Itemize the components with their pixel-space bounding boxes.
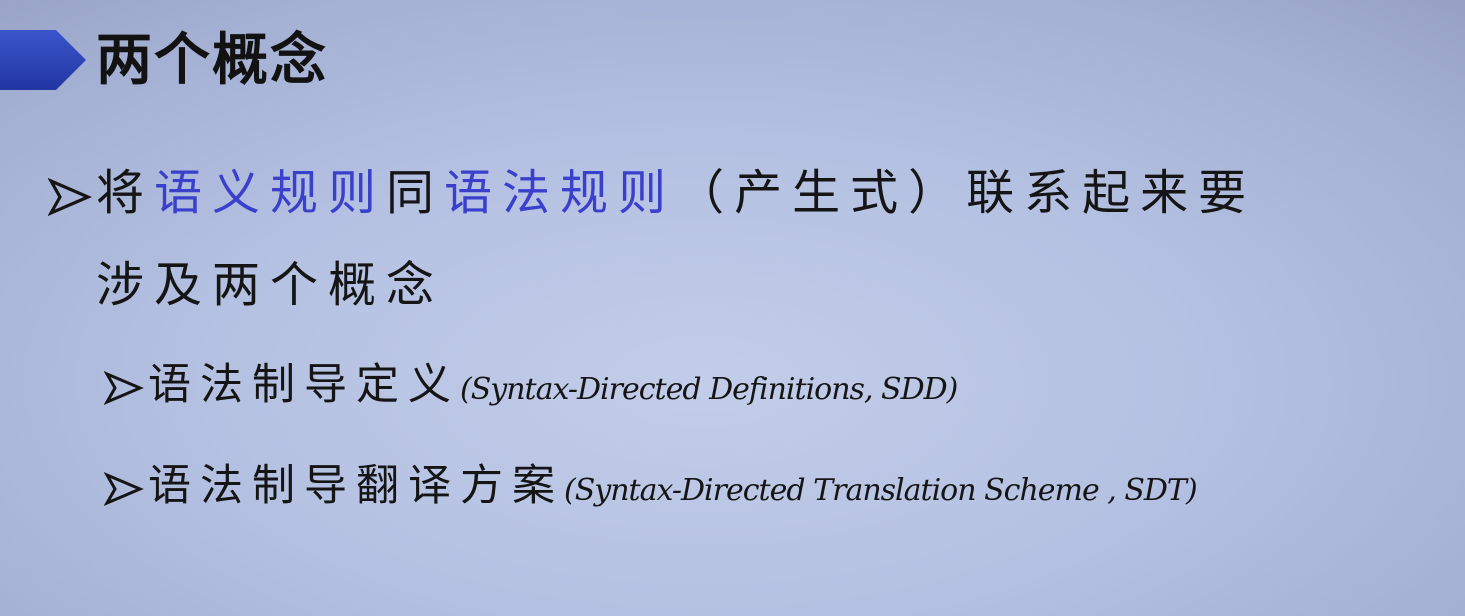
bullet-1-prefix: 将 [96, 165, 155, 221]
bullet-arrow-icon [104, 471, 144, 507]
highlight-semantic-rules: 语义规则 [154, 165, 387, 221]
bullet-1-suffix: （产生式）联系起来要 [676, 165, 1257, 221]
sub-bullet-sdd: 语法制导定义(Syntax-Directed Definitions, SDD) [104, 357, 958, 418]
sub-bullet-sdt-label: 语法制导翻译方案 [148, 461, 564, 511]
sub-bullet-sdd-label: 语法制导定义 [148, 360, 460, 410]
bullet-1-line-2: 涉及两个概念 [96, 257, 445, 313]
slide-title: 两个概念 [96, 28, 328, 93]
sub-bullet-sdt-english: (Syntax-Directed Translation Scheme , SD… [564, 473, 1198, 508]
sub-bullet-sdt: 语法制导翻译方案(Syntax-Directed Translation Sch… [104, 458, 1198, 519]
sub-bullet-sdd-english: (Syntax-Directed Definitions, SDD) [460, 372, 958, 407]
title-bar-arrow-icon [0, 30, 86, 90]
bullet-arrow-icon [48, 177, 92, 217]
highlight-syntax-rules: 语法规则 [444, 165, 677, 221]
bullet-1-mid: 同 [386, 165, 445, 221]
bullet-arrow-icon [104, 370, 144, 406]
bullet-1-line-1: 将语义规则同语法规则（产生式）联系起来要 [48, 162, 1256, 224]
